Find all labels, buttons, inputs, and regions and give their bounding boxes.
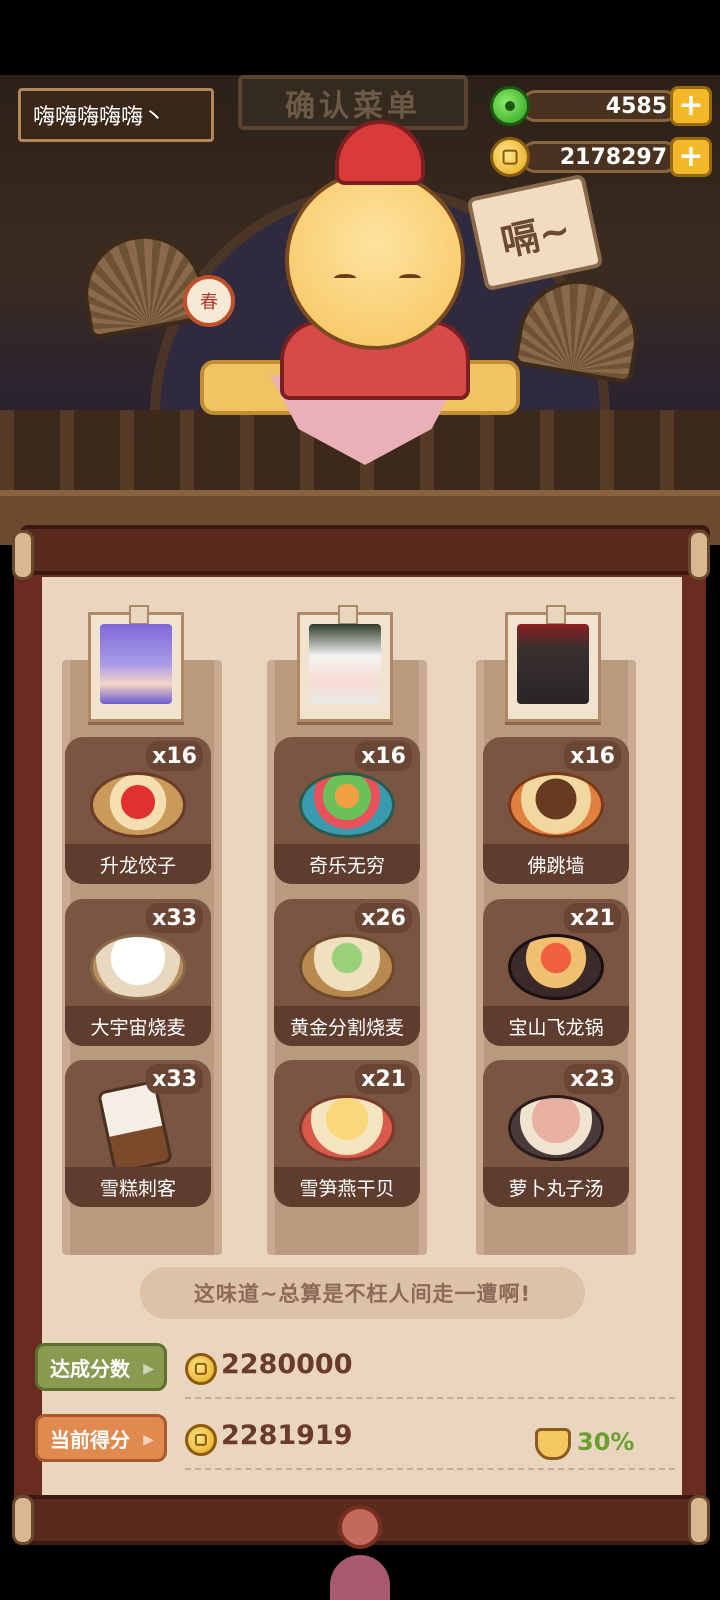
clip-icon <box>129 605 149 625</box>
dashed-divider <box>185 1468 675 1470</box>
dish-count: x33 <box>146 1064 203 1094</box>
drum-icon: 春 <box>183 275 235 327</box>
dish-card[interactable]: x21 宝山飞龙锅 <box>483 899 629 1046</box>
coin-icon <box>185 1353 217 1385</box>
dish-count: x16 <box>355 741 412 771</box>
dish-count: x23 <box>564 1064 621 1094</box>
bonus-percent: 30% <box>577 1428 635 1456</box>
chick-character[interactable] <box>285 170 465 350</box>
dish-card[interactable]: x16 奇乐无穷 <box>274 737 420 884</box>
dish-card[interactable]: x23 萝卜丸子汤 <box>483 1060 629 1207</box>
coin-icon <box>490 137 530 177</box>
target-score-label: 达成分数 <box>35 1343 167 1391</box>
dish-card[interactable]: x16 佛跳墙 <box>483 737 629 884</box>
dish-count: x16 <box>146 741 203 771</box>
dumpling-dragon-icon <box>90 772 186 838</box>
dish-label: 佛跳墙 <box>483 844 629 884</box>
chick-eye-left <box>334 274 356 282</box>
knot-tassel <box>330 1555 390 1600</box>
dish-label: 升龙饺子 <box>65 844 211 884</box>
scroll-rod-end <box>688 1495 710 1545</box>
dish-count: x33 <box>146 903 203 933</box>
dish-card[interactable]: x26 黄金分割烧麦 <box>274 899 420 1046</box>
scroll-top-rod <box>20 525 710 575</box>
dashed-divider <box>185 1397 675 1399</box>
customer-quote: 这味道~总算是不枉人间走一遭啊! <box>140 1267 585 1319</box>
salad-bowl-icon <box>299 772 395 838</box>
dish-card[interactable]: x16 升龙饺子 <box>65 737 211 884</box>
coin-value: 2178297 <box>520 141 680 173</box>
coin-resource: 2178297 + <box>490 137 712 177</box>
customer-portrait[interactable] <box>505 605 601 722</box>
jade-resource: 4585 + <box>490 86 712 126</box>
customer-portrait[interactable] <box>297 605 393 722</box>
scallop-plate-icon <box>299 1095 395 1161</box>
current-score-label: 当前得分 <box>35 1414 167 1462</box>
dish-label: 黄金分割烧麦 <box>274 1006 420 1046</box>
scroll-rod-end <box>688 530 710 580</box>
menu-sign: 确认菜单 <box>238 75 468 130</box>
dish-label: 雪笋燕干贝 <box>274 1167 420 1207</box>
dish-label: 萝卜丸子汤 <box>483 1167 629 1207</box>
status-area <box>0 0 720 75</box>
dish-card[interactable]: x33 雪糕刺客 <box>65 1060 211 1207</box>
dish-card[interactable]: x33 大宇宙烧麦 <box>65 899 211 1046</box>
coin-icon <box>185 1424 217 1456</box>
dish-label: 雪糕刺客 <box>65 1167 211 1207</box>
dish-label: 宝山飞龙锅 <box>483 1006 629 1046</box>
dish-count: x21 <box>355 1064 412 1094</box>
add-coin-button[interactable]: + <box>670 137 712 177</box>
dish-count: x16 <box>564 741 621 771</box>
target-score-value: 2280000 <box>221 1349 353 1380</box>
chinese-knot-icon <box>330 1505 390 1600</box>
customer-portrait[interactable] <box>88 605 184 722</box>
clip-icon <box>338 605 358 625</box>
dish-count: x26 <box>355 903 412 933</box>
jade-value: 4585 <box>520 90 680 122</box>
jade-icon <box>490 86 530 126</box>
dish-label: 奇乐无穷 <box>274 844 420 884</box>
bonus-indicator: 30% <box>535 1426 645 1466</box>
portrait-purple-hair <box>100 624 172 704</box>
dish-card[interactable]: x21 雪笋燕干贝 <box>274 1060 420 1207</box>
add-jade-button[interactable]: + <box>670 86 712 126</box>
money-pot-icon <box>535 1428 571 1460</box>
shumai-steamer-icon <box>299 934 395 1000</box>
player-name[interactable]: 嗨嗨嗨嗨嗨丶 <box>18 88 214 142</box>
dish-label: 大宇宙烧麦 <box>65 1006 211 1046</box>
hotpot-icon <box>508 934 604 1000</box>
speech-bubble: 嗝~ <box>466 173 604 292</box>
clip-icon <box>546 605 566 625</box>
chick-eye-right <box>399 274 421 282</box>
portrait-black-creature <box>517 624 589 704</box>
scroll-rod-end <box>12 1495 34 1545</box>
soup-pot-icon <box>508 772 604 838</box>
steamed-bun-icon <box>90 934 186 1000</box>
dish-count: x21 <box>564 903 621 933</box>
meatball-soup-icon <box>508 1095 604 1161</box>
knot-top <box>338 1505 382 1549</box>
target-score-row: 达成分数 2280000 <box>35 1343 675 1399</box>
current-score-value: 2281919 <box>221 1420 353 1451</box>
scroll-rod-end <box>12 530 34 580</box>
portrait-white-hair <box>309 624 381 704</box>
